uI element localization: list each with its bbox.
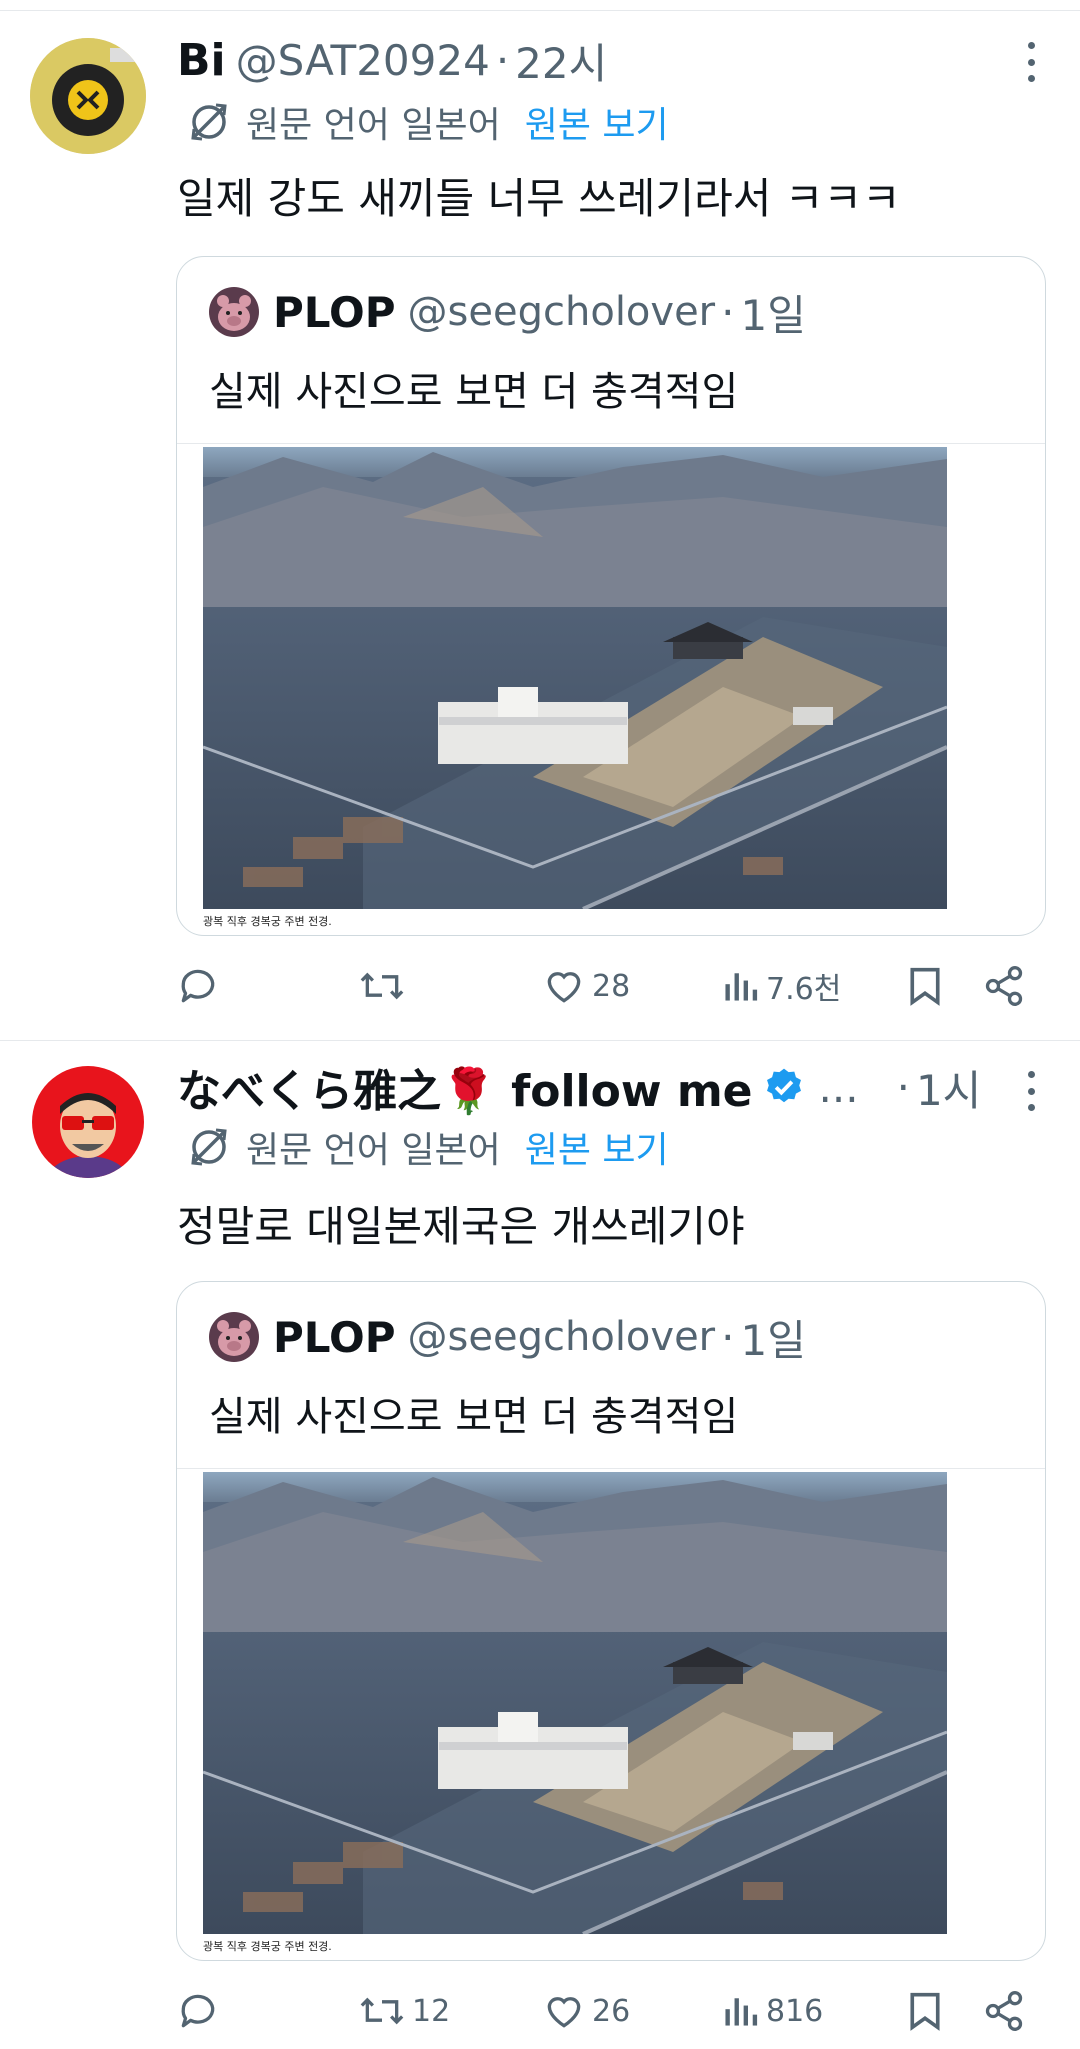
action-bar: 28 7.6천 — [0, 956, 1080, 1016]
show-original-link[interactable]: 원본 보기 — [525, 1121, 669, 1173]
translation-label: 원문 언어 일본어 — [246, 1130, 501, 1171]
reply-button[interactable] — [176, 1981, 220, 2041]
retweet-button[interactable] — [358, 956, 406, 1016]
views-button[interactable]: 816 — [720, 1981, 823, 2041]
quote-photo[interactable] — [203, 447, 947, 909]
translate-icon — [191, 103, 227, 141]
author-name[interactable]: なべくら雅之🌹 follow me — [177, 1055, 753, 1119]
quote-avatar[interactable] — [209, 1312, 259, 1362]
timestamp[interactable]: 22시 — [515, 30, 607, 91]
bookmark-icon — [910, 967, 940, 1006]
translation-row: 원문 언어 일본어 원본 보기 — [186, 92, 669, 152]
share-icon — [985, 1991, 1023, 2031]
separator-dot: · — [721, 287, 735, 337]
photo-caption: 광복 직후 경복궁 주변 전경. — [203, 1940, 332, 1953]
more-icon[interactable] — [1026, 1071, 1036, 1111]
views-count: 816 — [766, 1993, 824, 2029]
bookmark-button[interactable] — [905, 956, 945, 1016]
quote-header: PLOP @seegcholover · 1일 — [209, 1308, 806, 1366]
quote-text: 실제 사진으로 보면 더 충격적임 — [209, 369, 739, 415]
tweet[interactable]: なべくら雅之🌹 follow me ... · 1시 원문 언어 일본어 원본 … — [0, 1041, 1080, 2049]
reply-icon — [181, 969, 215, 1003]
tweet-text: 정말로 대일본제국은 개쓰레기야 — [177, 1202, 745, 1251]
reply-button[interactable] — [176, 956, 220, 1016]
retweet-icon — [360, 1997, 404, 2025]
quote-author-handle[interactable]: @seegcholover — [408, 289, 716, 335]
photo-caption: 광복 직후 경복궁 주변 전경. — [203, 915, 332, 928]
avatar[interactable] — [32, 1066, 144, 1178]
verified-icon — [766, 1068, 801, 1103]
like-icon — [547, 1997, 581, 2028]
separator-dot: · — [721, 1312, 735, 1362]
bookmark-icon — [910, 1992, 940, 2031]
views-icon — [725, 973, 758, 1001]
reply-icon — [181, 1994, 215, 2028]
author-handle-truncated[interactable]: ... — [819, 1063, 859, 1112]
views-count: 7.6천 — [766, 972, 842, 1007]
quote-author-name[interactable]: PLOP — [273, 1313, 396, 1362]
tweet-header: Bi @SAT20924 · 22시 — [177, 30, 607, 90]
retweet-button[interactable]: 12 — [358, 1981, 450, 2041]
views-button[interactable]: 7.6천 — [720, 956, 841, 1016]
like-button[interactable]: 26 — [542, 1981, 630, 2041]
timestamp[interactable]: 1시 — [916, 1057, 981, 1118]
translate-icon — [191, 1128, 227, 1166]
avatar[interactable] — [30, 38, 146, 154]
more-icon[interactable] — [1026, 42, 1036, 82]
quote-divider — [177, 1468, 1045, 1469]
like-button[interactable]: 28 — [542, 956, 630, 1016]
views-icon — [725, 1998, 758, 2026]
quote-divider — [177, 443, 1045, 444]
retweet-icon — [360, 972, 404, 1000]
separator-dot: · — [495, 35, 510, 85]
action-bar: 12 26 816 — [0, 1981, 1080, 2041]
like-count: 26 — [592, 1993, 631, 2029]
share-icon — [985, 966, 1023, 1006]
like-icon — [547, 972, 581, 1003]
quote-photo[interactable] — [203, 1472, 947, 1934]
translation-row: 원문 언어 일본어 원본 보기 — [186, 1117, 669, 1177]
quote-header: PLOP @seegcholover · 1일 — [209, 283, 806, 341]
separator-dot: · — [896, 1062, 910, 1112]
retweet-count: 12 — [412, 1993, 451, 2029]
share-button[interactable] — [982, 956, 1026, 1016]
like-count: 28 — [592, 968, 631, 1004]
author-handle[interactable]: @SAT20924 — [236, 36, 490, 85]
author-name[interactable]: Bi — [177, 35, 226, 86]
translation-label: 원문 언어 일본어 — [246, 105, 501, 146]
quote-tweet[interactable]: PLOP @seegcholover · 1일 실제 사진으로 보면 더 충격적… — [176, 1281, 1046, 1961]
quote-author-handle[interactable]: @seegcholover — [408, 1314, 716, 1360]
quote-avatar[interactable] — [209, 287, 259, 337]
tweet[interactable]: Bi @SAT20924 · 22시 원문 언어 일본어 원본 보기 일제 강도… — [0, 0, 1080, 1040]
quote-timestamp: 1일 — [740, 290, 806, 340]
quote-timestamp: 1일 — [740, 1315, 806, 1365]
tweet-header: なべくら雅之🌹 follow me ... · 1시 — [177, 1055, 981, 1119]
quote-text: 실제 사진으로 보면 더 충격적임 — [209, 1394, 739, 1440]
show-original-link[interactable]: 원본 보기 — [525, 96, 669, 148]
quote-tweet[interactable]: PLOP @seegcholover · 1일 실제 사진으로 보면 더 충격적… — [176, 256, 1046, 936]
tweet-text: 일제 강도 새끼들 너무 쓰레기라서 ㅋㅋㅋ — [177, 174, 901, 223]
bookmark-button[interactable] — [905, 1981, 945, 2041]
quote-author-name[interactable]: PLOP — [273, 288, 396, 337]
share-button[interactable] — [982, 1981, 1026, 2041]
